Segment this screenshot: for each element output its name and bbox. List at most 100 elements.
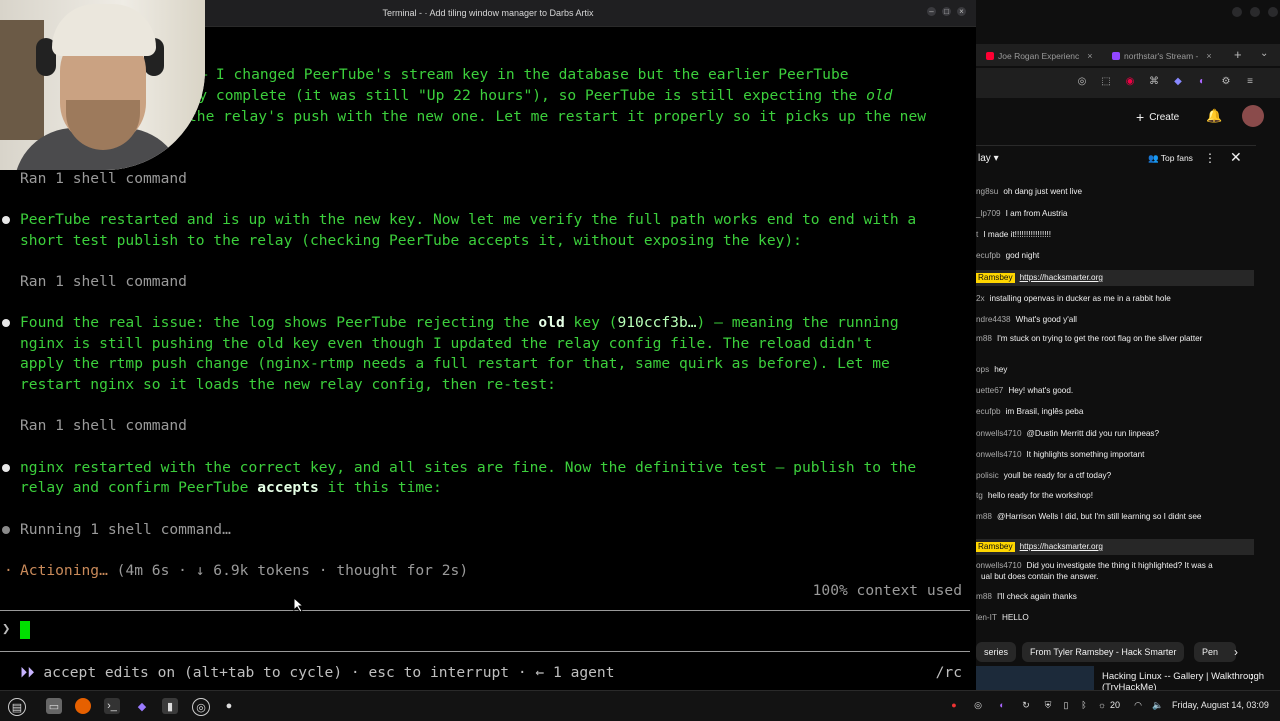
chat-message: m88 I'm stuck on trying to get the root f… (976, 334, 1203, 343)
ran-command-line[interactable]: Ran 1 shell command (20, 416, 187, 436)
chat-message: polisic youll be ready for a ctf today? (976, 471, 1112, 480)
chat-mode-dropdown[interactable]: lay ▾ (978, 153, 999, 164)
recommendation-chips: series From Tyler Ramsbey - Hack Smarter… (976, 641, 1280, 663)
taskbar: ▤ ▭ ›_ ◆ ▮ ◎ ● ● ◎ ◐ ↻ ⛨ ▯ ᛒ ☼ 20 ◠ 🔈 Fr… (0, 690, 1280, 721)
chat-message: ndre4438 What's good y'all (976, 315, 1077, 324)
firefox-icon[interactable] (75, 698, 91, 714)
output-line: nginx is still pushing the old key even … (20, 335, 873, 352)
chat-message: tg hello ready for the workshop! (976, 491, 1093, 500)
record-icon[interactable]: ● (948, 699, 960, 711)
output-line: ally complete (it was still "Up 22 hours… (172, 87, 893, 104)
hacksmarter-link[interactable]: https://hacksmarter.org (1020, 273, 1103, 283)
new-tab-icon[interactable]: + (1234, 47, 1242, 62)
chat-message: m88 @Harrison Wells I did, but I'm still … (976, 512, 1202, 521)
bluetooth-icon[interactable]: ᛒ (1078, 699, 1090, 711)
chat-message: ops hey (976, 365, 1008, 374)
app-menu-icon[interactable]: ▤ (8, 698, 26, 716)
top-fans-button[interactable]: 👥 Top fans (1148, 153, 1193, 164)
text-cursor[interactable] (20, 621, 30, 639)
obs-tray-icon[interactable]: ◎ (972, 699, 984, 711)
output-line: PeerTube restarted and is up with the ne… (20, 211, 917, 228)
status-dot (2, 216, 10, 224)
extension-icon[interactable]: ⬚ (1100, 76, 1112, 88)
tab-joe-rogan[interactable]: Joe Rogan Experienc × (986, 48, 1104, 64)
output-line: short test publish to the relay (checkin… (20, 232, 802, 249)
close-chat-icon[interactable]: ✕ (1230, 149, 1242, 166)
video-more-icon[interactable]: ⋮ (1246, 672, 1257, 685)
plus-icon: + (1136, 109, 1145, 125)
chrome-icon[interactable]: ◎ (192, 698, 210, 716)
terminal-icon[interactable]: ›_ (104, 698, 120, 714)
clock[interactable]: Friday, August 14, 03:09 (1172, 700, 1269, 710)
chat-message-owner: Ramsbey https://hacksmarter.org (976, 539, 1254, 555)
tab-northstar[interactable]: northstar's Stream - × (1112, 48, 1230, 64)
spinner-dot: · (4, 562, 13, 579)
chat-message: m88 I'll check again thanks (976, 592, 1077, 601)
file-manager-icon[interactable]: ▭ (46, 698, 62, 714)
notifications-bell-icon[interactable]: 🔔 (1206, 108, 1222, 124)
create-button[interactable]: + Create (1136, 106, 1179, 128)
temperature: 20 (1110, 700, 1121, 710)
hacksmarter-link[interactable]: https://hacksmarter.org (1020, 542, 1103, 552)
rc-command: /rc (935, 664, 962, 681)
youtube-icon (986, 52, 994, 60)
wifi-icon[interactable]: ◠ (1132, 699, 1144, 711)
close-icon[interactable] (1268, 7, 1278, 17)
output-line: nginx restarted with the correct key, an… (20, 459, 917, 476)
mouse-pointer-icon (293, 597, 305, 613)
output-line: on — I changed PeerTube's stream key in … (172, 66, 849, 83)
update-icon[interactable]: ↻ (1020, 699, 1032, 711)
extension-icon[interactable]: ◉ (1124, 76, 1136, 88)
running-command-line: Running 1 shell command… (20, 521, 231, 538)
obsidian-icon[interactable]: ◆ (134, 698, 150, 714)
chip-series[interactable]: series (976, 642, 1017, 662)
obs-icon[interactable]: ● (221, 698, 237, 714)
chat-message: ecufpb god night (976, 251, 1040, 260)
tab-list-chevron-icon[interactable]: ⌄ (1260, 48, 1268, 59)
chevron-right-icon[interactable]: › (1234, 645, 1238, 659)
status-dot (2, 464, 10, 472)
minimize-icon[interactable]: – (927, 7, 936, 16)
close-tab-icon[interactable]: × (1087, 51, 1092, 61)
divider (0, 651, 970, 652)
avatar[interactable] (1242, 105, 1264, 127)
browser-toolbar: ◎ ⬚ ◉ ⌘ ◆ ◐ ⚙ ≡ (976, 68, 1280, 98)
chat-message: ual but does contain the answer. (981, 572, 1099, 581)
weather-icon[interactable]: ☼ (1096, 699, 1108, 711)
extension-icon[interactable]: ◎ (1076, 76, 1088, 88)
extension-icon[interactable]: ⌘ (1148, 76, 1160, 88)
close-tab-icon[interactable]: × (1206, 51, 1211, 61)
ran-command-line[interactable]: Ran 1 shell command (20, 169, 187, 189)
volume-icon[interactable]: 🔈 (1152, 699, 1164, 711)
chat-message: tI made it!!!!!!!!!!!!!!!! (976, 230, 1052, 239)
status-dot (2, 319, 10, 327)
browser-window: Joe Rogan Experienc × northstar's Stream… (976, 0, 1280, 693)
maximize-icon[interactable]: □ (942, 7, 951, 16)
minimize-icon[interactable] (1232, 7, 1242, 17)
discord-icon[interactable]: ◐ (996, 699, 1008, 711)
chip-pen[interactable]: Pen (1194, 642, 1236, 662)
extension-icon[interactable]: ◆ (1172, 76, 1184, 88)
close-icon[interactable]: × (957, 7, 966, 16)
video-thumbnail[interactable] (976, 666, 1094, 690)
chat-message: uette67 Hey! what's good. (976, 386, 1074, 395)
clipboard-icon[interactable]: ▯ (1060, 699, 1072, 711)
maximize-icon[interactable] (1250, 7, 1260, 17)
context-used: 100% context used (812, 582, 962, 599)
chip-tyler-ramsbey[interactable]: From Tyler Ramsbey - Hack Smarter (1022, 642, 1185, 662)
chat-more-icon[interactable]: ⋮ (1204, 151, 1216, 165)
chat-message: onwells4710 @Dustin Merritt did you run l… (976, 429, 1160, 438)
divider (0, 610, 970, 611)
active-terminal-icon[interactable]: ▮ (162, 698, 178, 714)
menu-icon[interactable]: ≡ (1244, 76, 1256, 88)
shield-icon[interactable]: ⛨ (1042, 699, 1054, 711)
extension-icon[interactable]: ⚙ (1220, 76, 1232, 88)
terminal-title: Terminal - · Add tiling window manager t… (382, 8, 594, 18)
output-line: Found the real issue: the log shows Peer… (20, 314, 899, 331)
extension-icon[interactable]: ◐ (1196, 76, 1208, 88)
chat-message-owner: Ramsbey https://hacksmarter.org (976, 270, 1254, 286)
output-line: apply the rtmp push change (nginx-rtmp n… (20, 355, 890, 372)
ran-command-line[interactable]: Ran 1 shell command (20, 272, 187, 292)
chat-message: onwells4710 It highlights something impor… (976, 450, 1145, 459)
chat-message: len-IT HELLO (976, 613, 1029, 622)
